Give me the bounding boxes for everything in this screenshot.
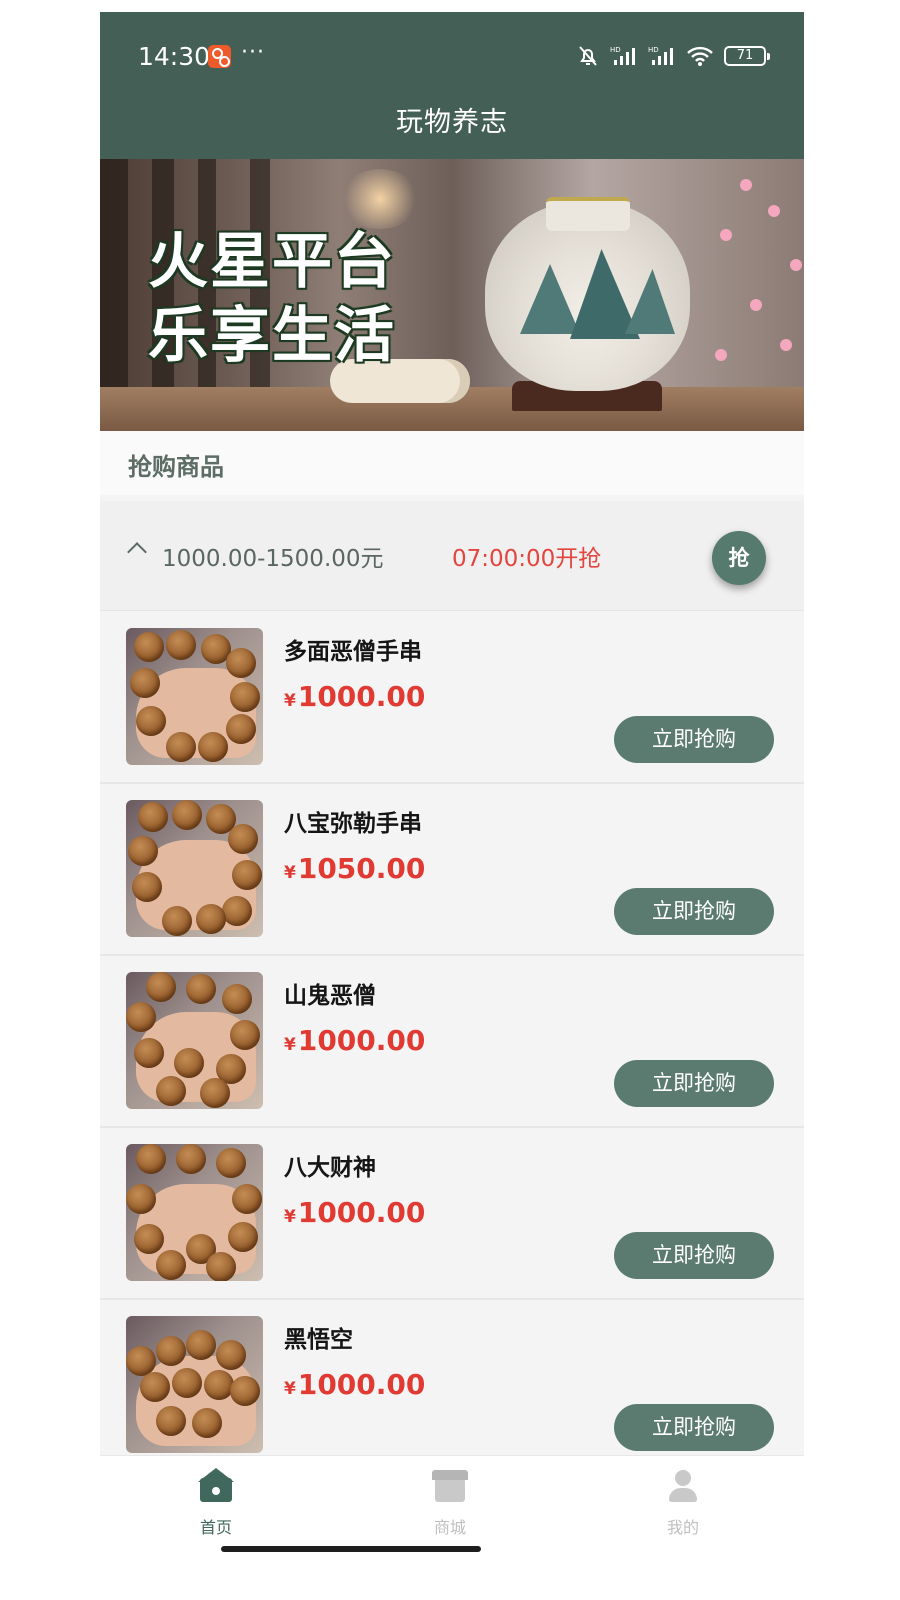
status-bar: 14:30 ··· HD HD 71 xyxy=(100,12,804,102)
user-icon xyxy=(665,1468,701,1504)
price-amount: 1000.00 xyxy=(297,1024,426,1057)
currency-symbol: ¥ xyxy=(284,1379,296,1399)
product-name: 黑悟空 xyxy=(284,1327,353,1353)
wifi-icon xyxy=(687,46,713,66)
product-thumbnail[interactable] xyxy=(126,628,263,765)
svg-text:HD: HD xyxy=(610,46,621,54)
tab-mall[interactable]: 商城 xyxy=(390,1468,510,1538)
product-item[interactable]: 黑悟空 ¥1000.00 立即抢购 xyxy=(100,1300,804,1472)
price-amount: 1000.00 xyxy=(297,1368,426,1401)
buy-now-button[interactable]: 立即抢购 xyxy=(614,1404,774,1451)
home-icon xyxy=(198,1468,234,1504)
phone-screen: 14:30 ··· HD HD 71 玩物养志 火星平台 乐享生活 抢购商品 1… xyxy=(100,12,804,1600)
currency-symbol: ¥ xyxy=(284,1035,296,1055)
product-name: 八宝弥勒手串 xyxy=(284,811,422,837)
banner-slogan: 火星平台 乐享生活 xyxy=(148,225,396,373)
product-thumbnail[interactable] xyxy=(126,1144,263,1281)
tab-home[interactable]: 首页 xyxy=(156,1468,276,1538)
price-amount: 1000.00 xyxy=(297,1196,426,1229)
banner-line-1: 火星平台 xyxy=(148,227,396,297)
signal-hd-icon: HD xyxy=(610,46,635,65)
currency-symbol: ¥ xyxy=(284,863,296,883)
tab-label: 我的 xyxy=(666,1518,699,1537)
svg-text:HD: HD xyxy=(648,46,659,54)
product-thumbnail[interactable] xyxy=(126,972,263,1109)
product-price: ¥1000.00 xyxy=(284,1024,425,1057)
banner-image[interactable]: 火星平台 乐享生活 xyxy=(100,159,804,431)
product-thumbnail[interactable] xyxy=(126,1316,263,1453)
product-price: ¥1050.00 xyxy=(284,852,425,885)
store-icon xyxy=(432,1468,468,1504)
product-item[interactable]: 山鬼恶僧 ¥1000.00 立即抢购 xyxy=(100,956,804,1128)
price-range: 1000.00-1500.00元 xyxy=(162,546,384,572)
product-thumbnail[interactable] xyxy=(126,800,263,937)
tab-label: 首页 xyxy=(199,1518,232,1537)
product-name: 山鬼恶僧 xyxy=(284,983,376,1009)
section-header: 抢购商品 xyxy=(100,431,804,495)
page-title: 玩物养志 xyxy=(396,107,508,138)
buy-now-button[interactable]: 立即抢购 xyxy=(614,716,774,763)
buy-now-button[interactable]: 立即抢购 xyxy=(614,1060,774,1107)
product-price: ¥1000.00 xyxy=(284,680,425,713)
product-price: ¥1000.00 xyxy=(284,1368,425,1401)
product-item[interactable]: 八宝弥勒手串 ¥1050.00 立即抢购 xyxy=(100,784,804,956)
tab-mine[interactable]: 我的 xyxy=(623,1468,743,1538)
status-time: 14:30 xyxy=(138,42,211,71)
currency-symbol: ¥ xyxy=(284,691,296,711)
currency-symbol: ¥ xyxy=(284,1207,296,1227)
flash-sale-group-header[interactable]: 1000.00-1500.00元 07:00:00开抢 抢 xyxy=(100,501,804,611)
product-list: 多面恶僧手串 ¥1000.00 立即抢购 八宝弥勒手串 ¥1050.00 立即抢购 山鬼恶僧… xyxy=(100,612,804,1472)
top-bar: 14:30 ··· HD HD 71 玩物养志 xyxy=(100,12,804,159)
buy-now-button[interactable]: 立即抢购 xyxy=(614,1232,774,1279)
buy-now-button[interactable]: 立即抢购 xyxy=(614,888,774,935)
section-title: 抢购商品 xyxy=(128,453,224,481)
bell-off-icon xyxy=(579,46,597,66)
signal-hd-icon: HD xyxy=(648,46,673,65)
status-icons: HD HD 71 xyxy=(576,44,770,68)
price-amount: 1050.00 xyxy=(297,852,426,885)
banner-line-2: 乐享生活 xyxy=(148,301,396,371)
battery-icon: 71 xyxy=(724,46,770,66)
product-item[interactable]: 八大财神 ¥1000.00 立即抢购 xyxy=(100,1128,804,1300)
sale-start-time: 07:00:00开抢 xyxy=(452,546,602,572)
home-indicator[interactable] xyxy=(221,1546,481,1552)
product-name: 八大财神 xyxy=(284,1155,376,1181)
bottom-tab-bar: 首页 商城 我的 xyxy=(100,1455,804,1600)
product-price: ¥1000.00 xyxy=(284,1196,425,1229)
product-item[interactable]: 多面恶僧手串 ¥1000.00 立即抢购 xyxy=(100,612,804,784)
tab-label: 商城 xyxy=(433,1518,466,1537)
app-badge-icon xyxy=(208,45,231,68)
grab-button[interactable]: 抢 xyxy=(712,531,766,585)
price-amount: 1000.00 xyxy=(297,680,426,713)
product-name: 多面恶僧手串 xyxy=(284,639,422,665)
chevron-up-icon[interactable] xyxy=(127,542,147,562)
more-dots: ··· xyxy=(241,40,265,65)
